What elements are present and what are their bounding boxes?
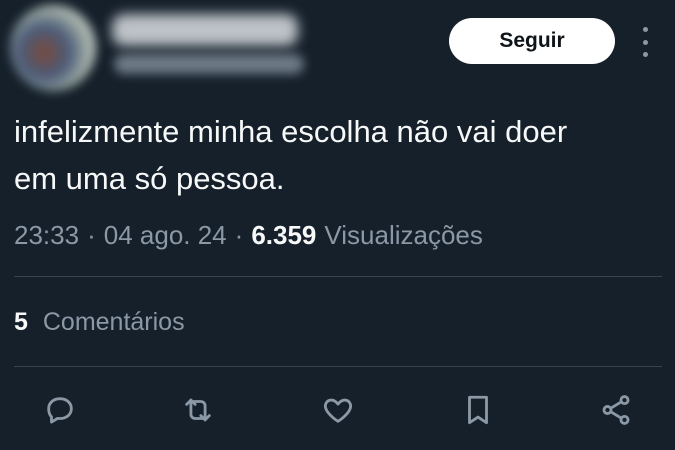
follow-button[interactable]: Seguir (449, 18, 615, 64)
tweet-text: infelizmente minha escolha não vai doer … (14, 114, 568, 196)
comments-count: 5 (14, 308, 28, 336)
comments-link[interactable]: 5 Comentários (14, 308, 185, 337)
retweet-button[interactable] (178, 390, 218, 430)
divider (14, 276, 662, 277)
reply-button[interactable] (40, 390, 80, 430)
blurred-username[interactable] (114, 54, 304, 74)
avatar[interactable] (10, 5, 96, 91)
divider (14, 366, 662, 367)
tweet-date[interactable]: 04 ago. 24 (104, 220, 227, 251)
blurred-display-name[interactable] (112, 14, 298, 46)
separator-dot: · (234, 220, 244, 250)
bookmark-icon (468, 395, 488, 425)
like-icon (324, 398, 352, 423)
like-button[interactable] (318, 390, 358, 430)
share-button[interactable] (596, 390, 636, 430)
views-label: Visualizações (324, 220, 483, 250)
share-icon (602, 395, 630, 425)
comments-label: Comentários (42, 308, 185, 336)
views-count: 6.359 (251, 220, 317, 250)
bookmark-button[interactable] (458, 390, 498, 430)
separator-dot: · (87, 220, 96, 250)
tweet-time[interactable]: 23:33 (14, 220, 79, 251)
reply-icon (47, 397, 73, 424)
tweet-meta: 23:33 · 04 ago. 24 · 6.359 Visualizações (14, 220, 483, 251)
more-options-icon[interactable] (638, 27, 652, 57)
retweet-icon (185, 398, 211, 422)
